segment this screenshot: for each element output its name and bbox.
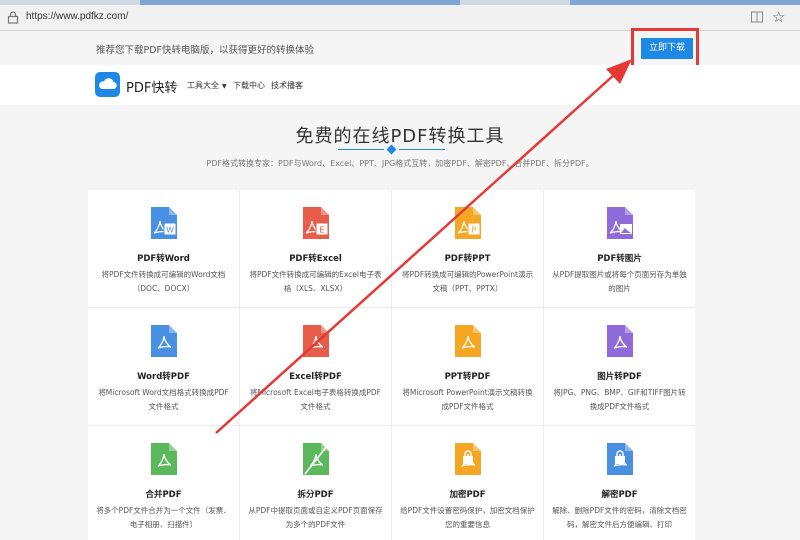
tool-card[interactable]: 加密PDF 给PDF文件设置密码保护，加密文档保护您的重要信息 <box>392 426 543 540</box>
excel-doc-icon: E <box>302 207 329 239</box>
tool-card-description: 将Microsoft Word文档格式转换成PDF文件格式 <box>98 388 229 411</box>
tool-card[interactable]: PDF转图片从PDF提取图片或将每个页面另存为单独的图片 <box>544 190 695 307</box>
tool-card-title: 图片转PDF <box>597 372 642 382</box>
tool-card-title: 解密PDF <box>601 490 638 500</box>
nav-item-tools[interactable]: 工具大全 ▼ <box>187 80 227 91</box>
image-doc-icon <box>606 207 633 239</box>
bookmark-star-icon[interactable]: ☆ <box>772 8 785 26</box>
tool-card[interactable]: 合并PDF 将多个PDF文件合并为一个文件（发票、电子相册、扫描件） <box>88 426 239 540</box>
tool-card[interactable]: P PDF转PPT 将PDF转换成可编辑的PowerPoint演示文稿（PPT、PP… <box>392 190 543 307</box>
tool-card-description: 将PDF文件转换成可编辑的Word文档（DOC、DOCX） <box>101 270 226 293</box>
brand-logo[interactable] <box>95 72 120 97</box>
nav-item-download-center[interactable]: 下载中心 <box>233 80 265 91</box>
tool-card-description: 将Microsoft PowerPoint演示文稿转换成PDF文件格式 <box>402 388 533 411</box>
url-text[interactable]: https://www.pdfkz.com/ <box>26 11 128 22</box>
svg-text:E: E <box>319 226 324 235</box>
tool-card-title: 加密PDF <box>449 490 486 500</box>
tool-card-description: 从PDF中提取页面或自定义PDF页面保存为多个的PDF文件 <box>248 506 383 529</box>
tool-card[interactable]: PPT转PDF 将Microsoft PowerPoint演示文稿转换成PDF文件… <box>392 308 543 425</box>
brand-name[interactable]: PDF快转 <box>126 77 177 96</box>
word-to-pdf-icon <box>150 325 177 357</box>
tool-card[interactable]: W PDF转Word 将PDF文件转换成可编辑的Word文档（DOC、DOCX） <box>88 190 239 307</box>
excel-to-pdf-icon <box>302 325 329 357</box>
tool-card-title: PDF转Word <box>137 254 190 264</box>
lock-pdf-icon <box>454 443 481 475</box>
merge-pdf-icon <box>150 443 177 475</box>
page-title: 免费的在线PDF转换工具 <box>295 126 505 147</box>
word-doc-icon: W <box>150 207 177 239</box>
tool-card-description: 将Microsoft Excel电子表格转换成PDF文件格式 <box>250 388 381 411</box>
unlock-pdf-icon <box>606 443 633 475</box>
site-nav: PDF快转 工具大全 ▼ 下载中心 技术播客 <box>0 65 800 105</box>
tool-card-description: 将PDF文件转换成可编辑的Excel电子表格（XLS、XLSX） <box>249 270 382 293</box>
ppt-doc-icon: P <box>454 207 481 239</box>
lock-icon <box>7 11 19 24</box>
tool-card-title: 合并PDF <box>145 490 182 500</box>
tool-card-title: 拆分PDF <box>297 490 334 500</box>
tool-card-description: 将多个PDF文件合并为一个文件（发票、电子相册、扫描件） <box>96 506 231 529</box>
tool-card-title: PDF转PPT <box>444 254 491 264</box>
title-divider <box>399 149 445 150</box>
tool-grid: W PDF转Word 将PDF文件转换成可编辑的Word文档（DOC、DOCX） E P… <box>88 190 695 540</box>
svg-text:W: W <box>166 226 174 235</box>
svg-text:P: P <box>471 226 476 235</box>
tool-card[interactable]: Word转PDF 将Microsoft Word文档格式转换成PDF文件格式 <box>88 308 239 425</box>
tool-card-title: PPT转PDF <box>444 372 491 382</box>
split-pdf-icon <box>302 443 329 475</box>
tool-card-description: 将PDF转换成可编辑的PowerPoint演示文稿（PPT、PPTX） <box>402 270 533 293</box>
nav-item-label: 工具大全 <box>187 81 219 90</box>
tool-card-title: Excel转PDF <box>289 372 342 382</box>
tool-card-title: Word转PDF <box>137 372 190 382</box>
tool-card-title: PDF转图片 <box>597 254 642 264</box>
image-to-pdf-icon <box>606 325 633 357</box>
tool-card[interactable]: E PDF转Excel 将PDF文件转换成可编辑的Excel电子表格（XLS、XLS… <box>240 190 391 307</box>
ppt-to-pdf-icon <box>454 325 481 357</box>
promo-text: 推荐您下载PDF快转电脑版，以获得更好的转换体验 <box>96 45 315 56</box>
tool-card[interactable]: 拆分PDF 从PDF中提取页面或自定义PDF页面保存为多个的PDF文件 <box>240 426 391 540</box>
tool-card[interactable]: 图片转PDF 将JPG、PNG、BMP、GIF和TIFF图片转换成PDF文件格式 <box>544 308 695 425</box>
tool-card-description: 解除、删除PDF文件的密码，清除文档密码，解密文件后方便编辑、打印 <box>552 506 687 529</box>
caret-down-icon: ▼ <box>222 83 227 90</box>
nav-item-tech-blog[interactable]: 技术播客 <box>271 80 303 91</box>
tool-card-description: 将JPG、PNG、BMP、GIF和TIFF图片转换成PDF文件格式 <box>553 388 686 411</box>
page-subtitle: PDF格式转换专家：PDF与Word、Excel、PPT、JPG格式互转，加密P… <box>206 159 594 168</box>
tool-card[interactable]: Excel转PDF 将Microsoft Excel电子表格转换成PDF文件格式 <box>240 308 391 425</box>
cloud-icon <box>99 78 117 90</box>
reader-mode-icon[interactable] <box>750 10 764 24</box>
title-divider <box>338 149 384 150</box>
tool-card-description: 给PDF文件设置密码保护，加密文档保护您的重要信息 <box>400 506 535 529</box>
tool-card-title: PDF转Excel <box>289 254 342 264</box>
tool-card-description: 从PDF提取图片或将每个页面另存为单独的图片 <box>552 270 687 293</box>
tool-card[interactable]: 解密PDF 解除、删除PDF文件的密码，清除文档密码，解密文件后方便编辑、打印 <box>544 426 695 540</box>
